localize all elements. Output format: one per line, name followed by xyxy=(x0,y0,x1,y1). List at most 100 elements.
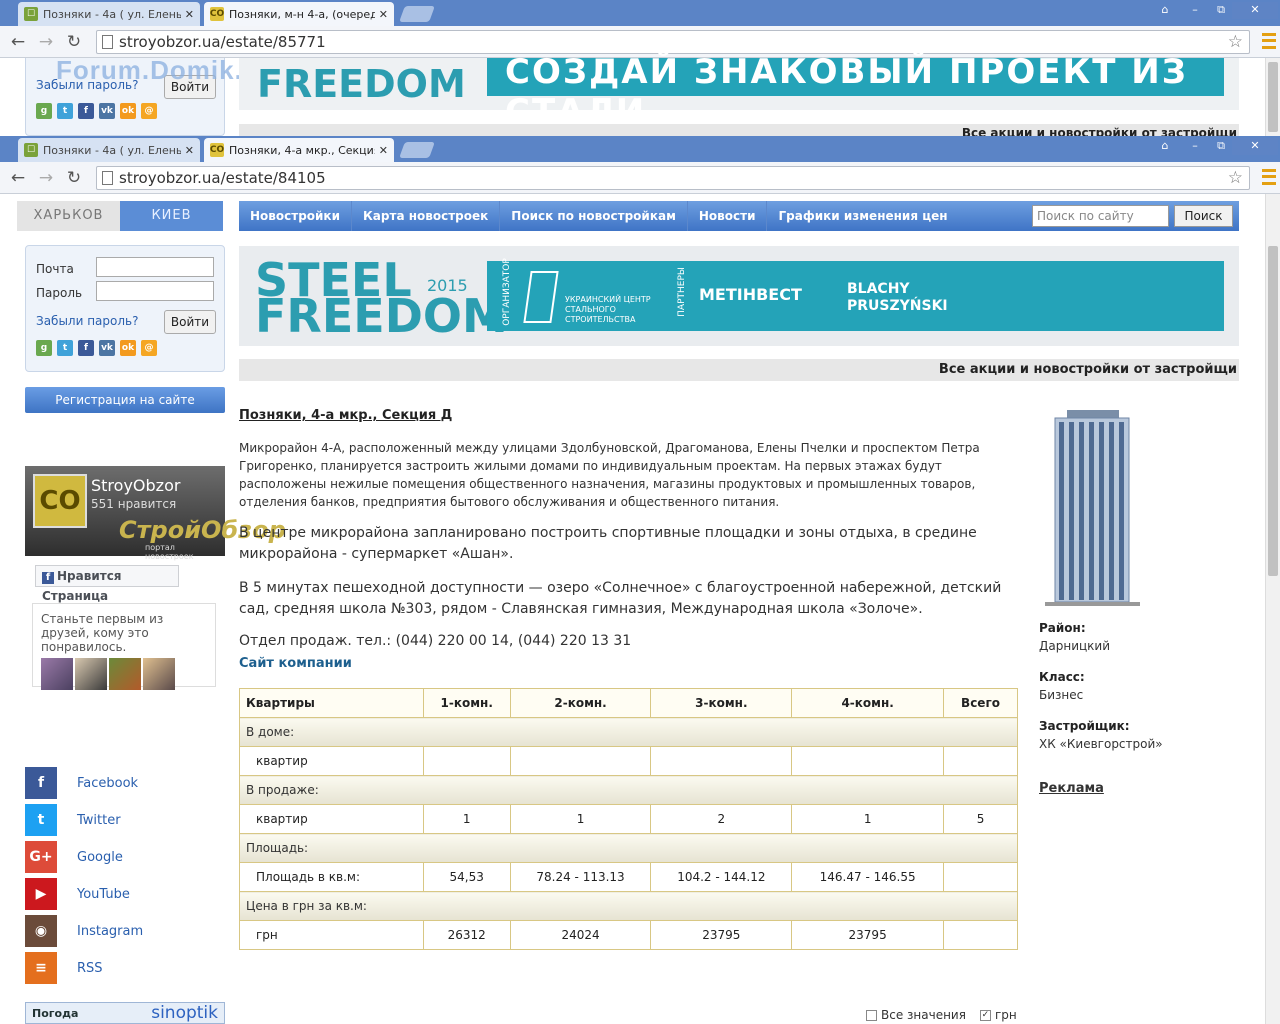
nav-item-new-buildings[interactable]: Новостройки xyxy=(239,201,352,231)
city-tab-kiev[interactable]: КИЕВ xyxy=(120,201,223,231)
table-cell: квартир xyxy=(239,804,424,834)
weather-widget[interactable]: Погода sinoptik xyxy=(25,1002,225,1024)
chrome-menu-icon[interactable] xyxy=(1262,169,1276,185)
password-field[interactable] xyxy=(96,281,214,301)
table-cell: 54,53 xyxy=(422,862,511,892)
odnoklassniki-login-icon[interactable]: ok xyxy=(120,103,136,119)
address-bar[interactable]: stroyobzor.ua/estate/85771 ☆ xyxy=(96,30,1250,54)
info-class: Класс: Бизнес xyxy=(1039,670,1239,702)
twitter-login-icon[interactable]: t xyxy=(57,340,73,356)
table-section-row: В продаже: xyxy=(239,775,1018,805)
page-icon xyxy=(102,35,113,49)
table-section: Цена в грн за кв.м: xyxy=(239,891,1018,921)
tab-estate[interactable]: CO Позняки, 4-а мкр., Секция ✕ xyxy=(204,138,394,162)
table-cell: 24024 xyxy=(509,920,652,950)
avatar[interactable] xyxy=(143,658,175,690)
vk-login-icon[interactable]: vk xyxy=(99,103,115,119)
fb-page-name[interactable]: StroyObzor xyxy=(91,476,180,495)
class-label: Класс: xyxy=(1039,670,1085,684)
scroll-thumb[interactable] xyxy=(1268,62,1278,132)
youtube-icon: ▶ xyxy=(25,878,57,910)
back-arrow-icon[interactable]: ← xyxy=(6,167,30,189)
uah-checkbox[interactable]: ✓ грн xyxy=(979,1008,1017,1022)
register-button[interactable]: Регистрация на сайте xyxy=(25,387,225,413)
google-login-icon[interactable]: g xyxy=(36,340,52,356)
reload-icon[interactable]: ↻ xyxy=(62,167,86,189)
tab-forum[interactable]: ☐ Позняки - 4а ( ул. Елены П ✕ xyxy=(18,2,200,26)
company-site-link[interactable]: Сайт компании xyxy=(239,656,352,671)
bookmark-star-icon[interactable]: ☆ xyxy=(1228,31,1243,53)
info-district: Район: Дарницкий xyxy=(1039,621,1239,653)
google-login-icon[interactable]: g xyxy=(36,103,52,119)
instagram-icon: ◉ xyxy=(25,915,57,947)
avatar[interactable] xyxy=(41,658,73,690)
back-scrollbar[interactable] xyxy=(1265,58,1280,136)
developer-ticker[interactable]: Все акции и новостройки от застройщи xyxy=(239,359,1239,381)
banner-organizer-name: УКРАИНСКИЙ ЦЕНТР СТАЛЬНОГО СТРОИТЕЛЬСТВА xyxy=(565,295,651,324)
page-scrollbar[interactable] xyxy=(1265,194,1280,1024)
nav-item-price-charts[interactable]: Графики изменения цен xyxy=(767,201,958,231)
maximize-button[interactable]: ⧉ xyxy=(1208,138,1234,155)
facebook-login-icon[interactable]: f xyxy=(78,340,94,356)
chrome-menu-icon[interactable] xyxy=(1262,33,1276,49)
address-bar[interactable]: stroyobzor.ua/estate/84105 ☆ xyxy=(96,166,1250,190)
search-input[interactable]: Поиск по сайту xyxy=(1032,205,1169,227)
odnoklassniki-login-icon[interactable]: ok xyxy=(120,340,136,356)
new-tab-button[interactable] xyxy=(399,142,435,158)
avatar[interactable] xyxy=(109,658,141,690)
new-tab-button[interactable] xyxy=(399,6,435,22)
building-image[interactable] xyxy=(1045,408,1140,606)
social-link-facebook[interactable]: f Facebook xyxy=(25,767,138,799)
facebook-login-icon[interactable]: f xyxy=(78,103,94,119)
scroll-thumb[interactable] xyxy=(1268,246,1278,576)
mail-login-icon[interactable]: @ xyxy=(141,103,157,119)
close-window-button[interactable]: ✕ xyxy=(1232,138,1278,155)
back-ticker: Все акции и новостройки от застройщи xyxy=(239,124,1239,136)
table-header: 4-комн. xyxy=(791,688,945,718)
forward-arrow-icon[interactable]: → xyxy=(34,31,58,53)
reload-icon[interactable]: ↻ xyxy=(62,31,86,53)
minimize-button[interactable]: – xyxy=(1182,138,1208,155)
fb-like-page-button[interactable]: f Нравится Страница xyxy=(35,565,179,603)
tab-close-icon[interactable]: ✕ xyxy=(185,144,194,157)
ad-link[interactable]: Реклама xyxy=(1039,781,1239,796)
login-button[interactable]: Войти xyxy=(164,310,216,334)
facebook-page-widget[interactable]: CO StroyObzor 551 нравится СтройОбзор по… xyxy=(25,466,286,561)
city-tab-kharkiv[interactable]: ХАРЬКОВ xyxy=(17,201,120,231)
search-button[interactable]: Поиск xyxy=(1174,205,1233,227)
social-link-instagram[interactable]: ◉ Instagram xyxy=(25,915,143,947)
user-icon[interactable]: ⌂ xyxy=(1152,138,1178,155)
social-link-rss[interactable]: ≡ RSS xyxy=(25,952,103,984)
email-field[interactable] xyxy=(96,257,214,277)
table-section-row: Цена в грн за кв.м: xyxy=(239,891,1018,921)
tab-close-icon[interactable]: ✕ xyxy=(185,8,194,21)
tab-estate[interactable]: CO Позняки, м-н 4-а, (очередь ✕ xyxy=(204,2,394,26)
all-values-checkbox[interactable]: Все значения xyxy=(866,1008,966,1022)
sales-phone: Отдел продаж. тел.: (044) 220 00 14, (04… xyxy=(239,633,632,649)
twitter-login-icon[interactable]: t xyxy=(57,103,73,119)
social-link-twitter[interactable]: t Twitter xyxy=(25,804,121,836)
table-cell: 1 xyxy=(791,804,945,834)
avatar[interactable] xyxy=(75,658,107,690)
main-nav: Новостройки Карта новостроек Поиск по но… xyxy=(239,201,1239,231)
tab-close-icon[interactable]: ✕ xyxy=(379,144,388,157)
maximize-button[interactable]: ⧉ xyxy=(1208,2,1234,19)
tab-close-icon[interactable]: ✕ xyxy=(379,8,388,21)
nav-item-news[interactable]: Новости xyxy=(688,201,768,231)
social-link-youtube[interactable]: ▶ YouTube xyxy=(25,878,130,910)
nav-item-search[interactable]: Поиск по новостройкам xyxy=(500,201,688,231)
user-icon[interactable]: ⌂ xyxy=(1152,2,1178,19)
mail-login-icon[interactable]: @ xyxy=(141,340,157,356)
nav-item-map[interactable]: Карта новостроек xyxy=(352,201,501,231)
forgot-password-link[interactable]: Забыли пароль? xyxy=(36,314,138,328)
forward-arrow-icon[interactable]: → xyxy=(34,167,58,189)
minimize-button[interactable]: – xyxy=(1182,2,1208,19)
social-link-google[interactable]: G+ Google xyxy=(25,841,123,873)
tab-forum[interactable]: ☐ Позняки - 4а ( ул. Елены П ✕ xyxy=(18,138,200,162)
close-window-button[interactable]: ✕ xyxy=(1232,2,1278,19)
bookmark-star-icon[interactable]: ☆ xyxy=(1228,167,1243,189)
table-cell xyxy=(943,862,1018,892)
table-section-row: В доме: xyxy=(239,717,1018,747)
back-arrow-icon[interactable]: ← xyxy=(6,31,30,53)
vk-login-icon[interactable]: vk xyxy=(99,340,115,356)
